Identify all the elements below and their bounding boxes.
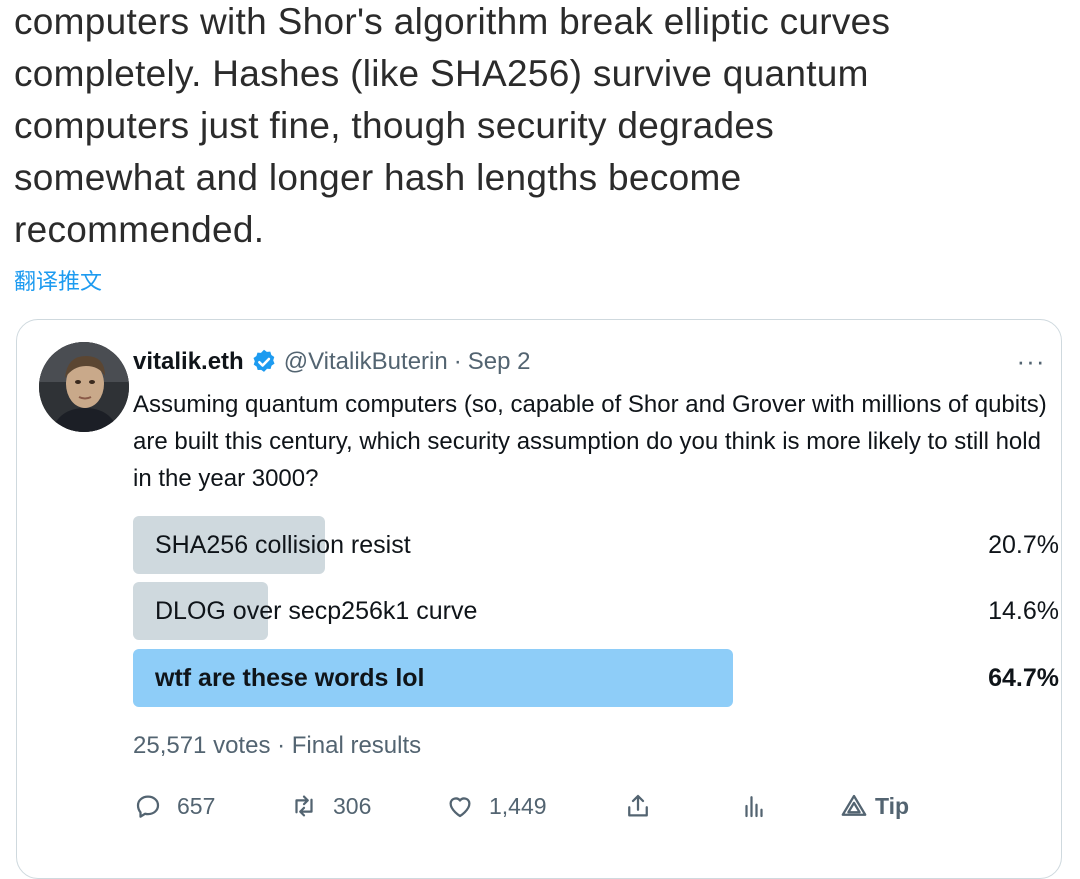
verified-badge-icon [253,349,275,372]
reply-count: 657 [177,792,216,819]
quoted-tweet-card[interactable]: vitalik.eth @VitalikButerin · Sep 2 ··· … [16,319,1062,879]
like-icon [449,797,471,818]
avatar-photo [39,342,129,432]
retweet-count: 306 [333,792,372,819]
quote-author-row: vitalik.eth @VitalikButerin · Sep 2 [133,344,530,380]
poll-option: SHA256 collision resist 20.7% [133,516,1059,574]
tip-button[interactable]: Tip [839,786,909,826]
action-bar: 657 306 1,449 Tip [133,786,933,826]
poll-option: DLOG over secp256k1 curve 14.6% [133,582,1059,640]
tip-icon [841,794,867,816]
poll-summary: 25,571 votes · Final results [133,732,422,759]
poll-option-percent: 64.7% [988,663,1059,692]
poll-option-percent: 20.7% [988,530,1059,559]
quoted-tweet-text: Assuming quantum computers (so, capable … [133,391,1047,492]
more-icon[interactable]: ··· [1011,346,1051,376]
poll-option-label: SHA256 collision resist [155,530,411,559]
tip-label: Tip [875,792,910,819]
like-count: 1,449 [489,792,547,819]
share-icon [628,794,648,817]
retweet-button[interactable]: 306 [289,786,371,826]
translate-tweet-link[interactable]: 翻译推文 [14,264,102,296]
analytics-button[interactable] [739,786,769,826]
reply-button[interactable]: 657 [133,786,215,826]
retweet-icon [295,795,313,817]
poll-option-winner: wtf are these words lol 64.7% [133,649,1059,707]
share-button[interactable] [623,786,653,826]
author-name[interactable]: vitalik.eth [133,348,244,376]
like-button[interactable]: 1,449 [445,786,547,826]
poll-option-percent: 14.6% [988,596,1059,625]
author-handle[interactable]: @VitalikButerin [284,348,448,376]
tweet-text: computers with Shor's algorithm break el… [14,1,891,250]
avatar[interactable] [39,342,129,432]
poll-option-label: DLOG over secp256k1 curve [155,596,478,625]
poll-option-label: wtf are these words lol [155,663,425,692]
reply-icon [136,795,160,818]
meta-separator: · [453,348,462,375]
tweet-date[interactable]: Sep 2 [468,348,531,376]
analytics-icon [745,796,763,818]
